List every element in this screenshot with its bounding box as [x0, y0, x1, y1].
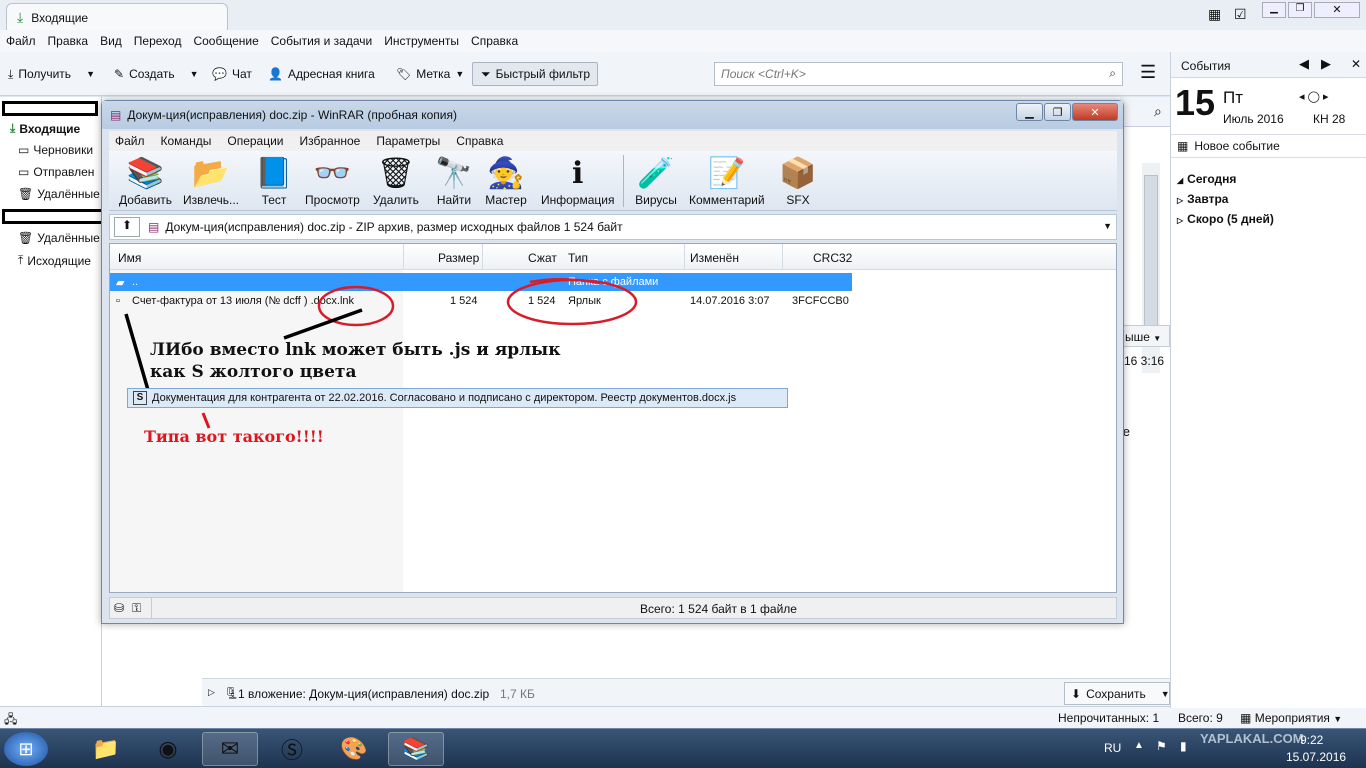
annotation-red-note: Типа вот такого!!!!: [144, 427, 324, 446]
network-icon[interactable]: ▮: [1180, 739, 1187, 753]
windows-taskbar: ⊞ 📁 ◉ ✉ Ⓢ 🎨 📚 RU ▲ ⚑ ▮ YAPLAKAL.COM 9:22…: [0, 728, 1366, 768]
language-indicator[interactable]: RU: [1104, 741, 1121, 755]
winrar-taskbar-icon[interactable]: 📚: [388, 732, 444, 766]
flag-icon[interactable]: ⚑: [1156, 739, 1167, 753]
red-tick-mark: [201, 412, 211, 429]
clock-time[interactable]: 9:22: [1300, 733, 1323, 747]
annotation-overlay: [124, 277, 638, 429]
black-pointer-line: [124, 313, 150, 391]
show-hidden-icons-icon[interactable]: ▲: [1134, 740, 1144, 751]
annotation-line-2: как S жолтого цвета: [150, 362, 357, 382]
js-script-icon: S: [133, 391, 147, 405]
annotation-line-1: ЛИбо вместо lnk может быть .js и ярлык: [150, 340, 561, 360]
watermark: YAPLAKAL.COM: [1200, 731, 1304, 746]
example-js-file-row: S Документация для контрагента от 22.02.…: [127, 388, 788, 408]
skype-taskbar-icon[interactable]: Ⓢ: [264, 732, 320, 766]
chrome-taskbar-icon[interactable]: ◉: [140, 732, 196, 766]
explorer-taskbar-icon[interactable]: 📁: [78, 732, 134, 766]
clock-date[interactable]: 15.07.2016: [1286, 750, 1346, 764]
paint-taskbar-icon[interactable]: 🎨: [326, 732, 382, 766]
start-button[interactable]: ⊞: [4, 732, 48, 766]
example-file-name: Документация для контрагента от 22.02.20…: [152, 392, 737, 404]
thunderbird-taskbar-icon[interactable]: ✉: [202, 732, 258, 766]
red-circle-size-type: [506, 278, 638, 326]
red-circle-lnk: [317, 285, 395, 327]
